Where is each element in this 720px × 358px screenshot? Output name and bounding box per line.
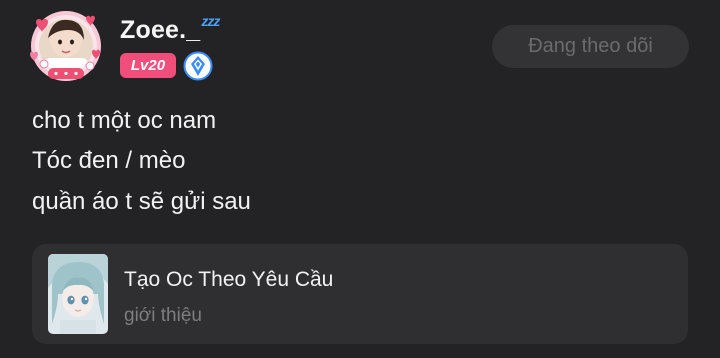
sleep-zzz-icon: zzz: [201, 13, 220, 29]
card-thumbnail: [48, 254, 108, 334]
post-container: Zoee._zzz Lv20 Đang theo dõi cho t một o…: [0, 0, 720, 358]
card-subtitle: giới thiệu: [124, 305, 202, 326]
linked-card[interactable]: Tạo Oc Theo Yêu Cầu giới thiệu: [32, 244, 688, 344]
avatar-hearts-frame-icon: [30, 11, 101, 81]
avatar[interactable]: [22, 8, 110, 86]
card-title: Tạo Oc Theo Yêu Cầu: [124, 268, 334, 291]
anime-character-thumbnail-icon: [48, 254, 108, 334]
post-text-line: cho t một oc nam: [32, 107, 217, 134]
verified-badge-icon: [183, 51, 213, 81]
username[interactable]: Zoee._zzz: [120, 13, 220, 45]
post-text-line: quần áo t sẽ gửi sau: [32, 188, 251, 215]
level-badge: Lv20: [120, 53, 176, 78]
username-text: Zoee._: [120, 16, 201, 44]
post-text-line: Tóc đen / mèo: [32, 147, 186, 174]
following-button[interactable]: Đang theo dõi: [492, 25, 689, 68]
